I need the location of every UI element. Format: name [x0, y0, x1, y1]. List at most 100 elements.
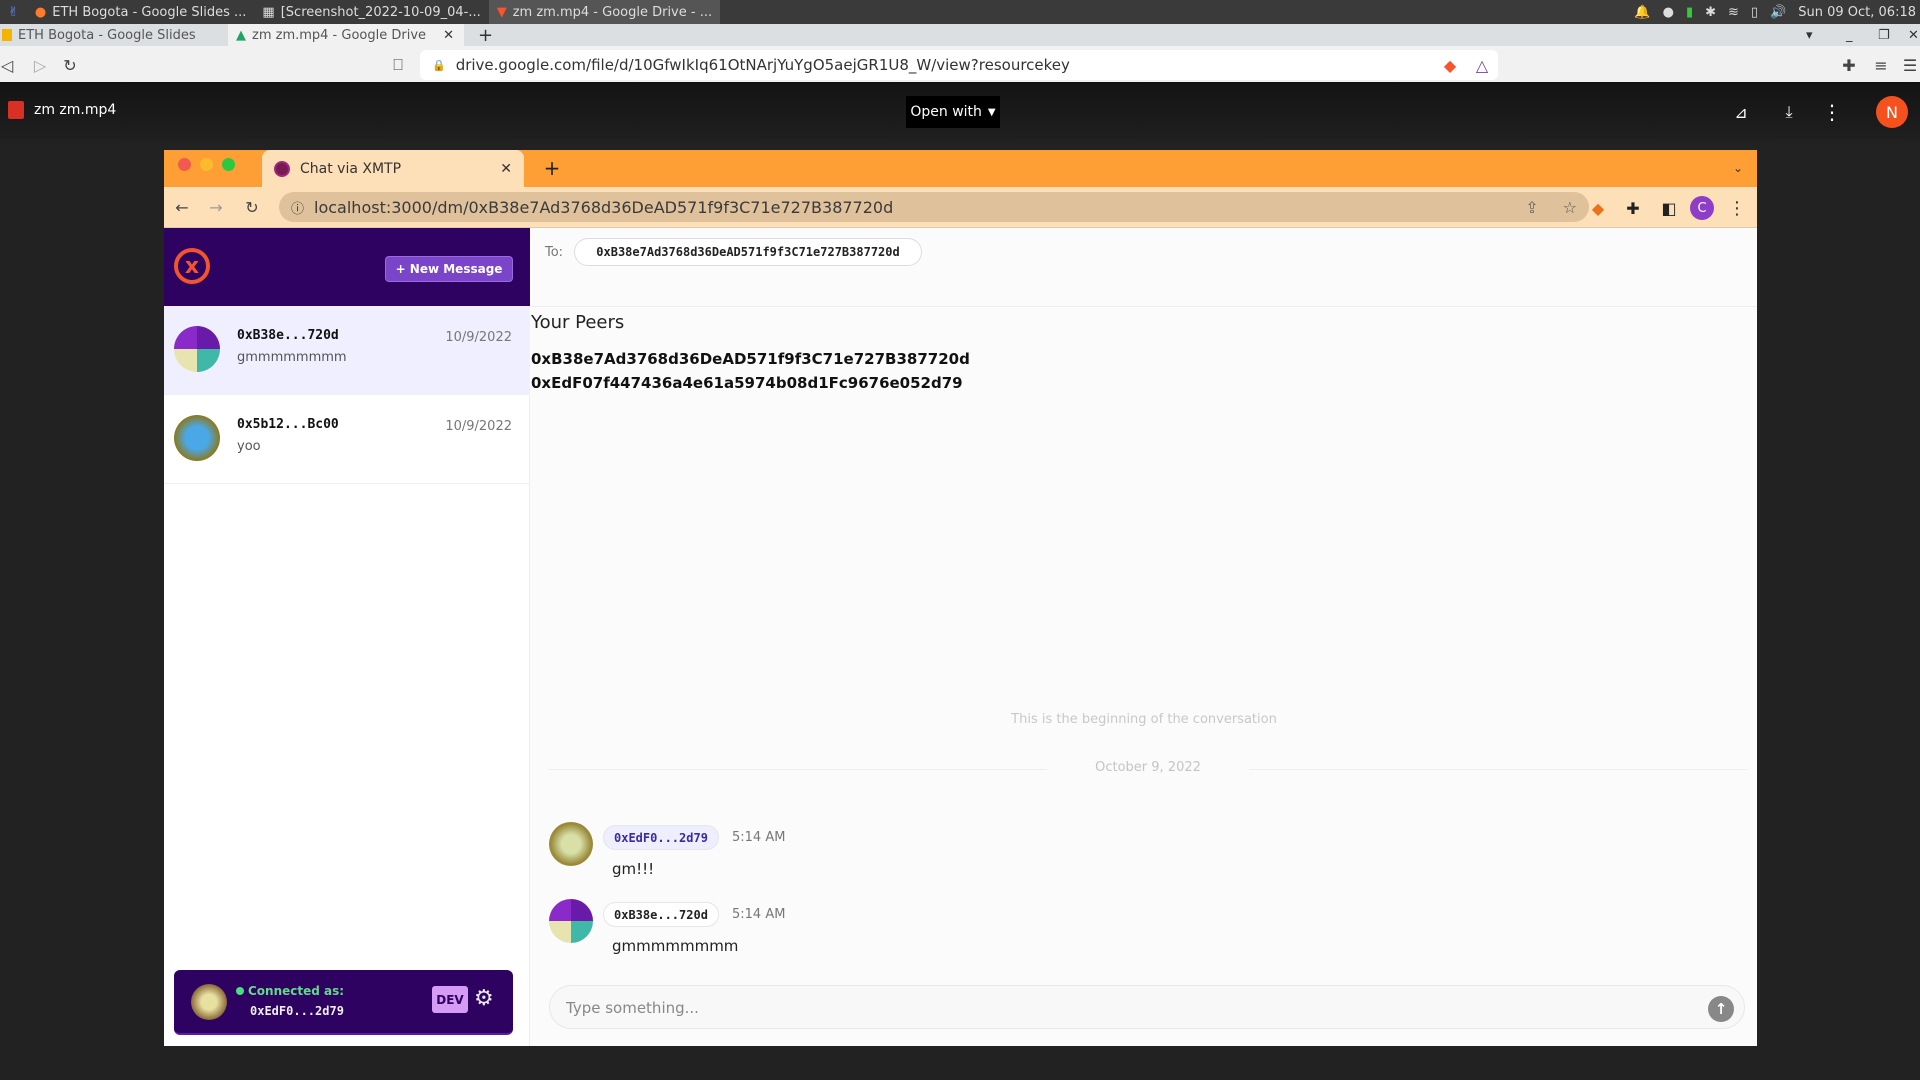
lock-icon[interactable]: ▮	[1686, 5, 1693, 20]
sidebar-header: x + New Message	[164, 228, 530, 306]
lock-icon: 🔒	[432, 58, 446, 72]
connection-status: Connected as:	[236, 984, 344, 998]
close-window-icon[interactable]: ✕	[1908, 24, 1919, 46]
recipient-address-input[interactable]: 0xB38e7Ad3768d36DeAD571f9f3C71e727B38772…	[574, 238, 922, 266]
inner-tab-xmtp[interactable]: Chat via XMTP ✕	[262, 150, 524, 187]
tab-list-icon[interactable]: ▾	[1806, 24, 1813, 46]
bulb-icon[interactable]: ●	[1663, 5, 1674, 20]
add-to-drive-icon[interactable]: ⊿	[1728, 100, 1754, 124]
message-composer: ↑	[549, 985, 1745, 1029]
inner-url-bar[interactable]: ⓘ localhost:3000/dm/0xB38e7Ad3768d36DeAD…	[279, 192, 1589, 222]
firefox-icon: ●	[34, 4, 47, 20]
forward-icon[interactable]: ▷	[30, 54, 50, 76]
open-with-button[interactable]: Open with ▼	[906, 96, 1000, 128]
restore-icon[interactable]: ❐	[1878, 24, 1890, 46]
slides-icon	[2, 29, 12, 41]
tab-drive[interactable]: ▲ zm zm.mp4 - Google Drive ✕	[228, 24, 464, 46]
avatar	[549, 899, 593, 943]
conversation-preview: gmmmmmmmm	[237, 350, 347, 365]
file-title: zm zm.mp4	[8, 101, 116, 119]
bell-icon[interactable]: 🔔	[1634, 5, 1650, 20]
forward-icon[interactable]: →	[206, 197, 226, 217]
brave-icon: ▼	[496, 4, 507, 20]
wifi-icon[interactable]: ≋	[1728, 5, 1739, 20]
conversation-item[interactable]: 0x5b12...Bc00 yoo 10/9/2022	[164, 395, 530, 484]
taskbar-item-drive[interactable]: ▼ zm zm.mp4 - Google Drive - ...	[488, 0, 721, 24]
account-avatar[interactable]: N	[1876, 96, 1908, 128]
connected-address: 0xEdF0...2d79	[250, 1004, 344, 1018]
drive-icon: ▲	[236, 27, 246, 43]
extensions-icon[interactable]: ✚	[1838, 54, 1860, 76]
new-tab-button[interactable]: +	[478, 24, 493, 46]
new-tab-button[interactable]: +	[542, 156, 562, 180]
conversation-start-note: This is the beginning of the conversatio…	[1011, 712, 1277, 727]
back-icon[interactable]: ◁	[0, 54, 14, 76]
conversation-address: 0xB38e...720d	[237, 328, 339, 343]
os-menu-button[interactable]: ✌	[0, 0, 27, 24]
volume-icon[interactable]: 🔊	[1770, 5, 1786, 20]
taskbar-item-screenshot[interactable]: ▦ [Screenshot_2022-10-09_04-...	[254, 0, 488, 24]
gear-icon[interactable]: ⚙	[474, 986, 494, 1012]
conversation-preview: yoo	[237, 439, 261, 454]
metamask-icon[interactable]: ◆	[1587, 197, 1609, 219]
share-icon[interactable]: ⇪	[1525, 198, 1538, 217]
inner-tabbar: Chat via XMTP ✕ + ⌄	[164, 150, 1757, 187]
star-icon[interactable]: ☆	[1563, 198, 1577, 217]
more-options-icon[interactable]: ⋮	[1822, 100, 1842, 124]
brave-rewards-icon[interactable]: △	[1470, 54, 1494, 76]
message-text: gm!!!	[612, 860, 655, 878]
sender-address[interactable]: 0xEdF0...2d79	[603, 825, 719, 850]
message-input[interactable]	[566, 994, 1666, 1022]
avatar	[191, 984, 227, 1020]
xmtp-logo-icon[interactable]: x	[174, 248, 210, 284]
peers-heading: Your Peers	[531, 312, 625, 333]
url-bar[interactable]: 🔒 drive.google.com/file/d/10GfwIkIq61OtN…	[420, 50, 1498, 80]
playlist-icon[interactable]: ≡	[1870, 54, 1892, 76]
tab-search-icon[interactable]: ⌄	[1728, 158, 1748, 178]
download-icon[interactable]: ⤓	[1776, 100, 1802, 124]
extensions-icon[interactable]: ✚	[1622, 197, 1644, 219]
tab-slides[interactable]: ETH Bogota - Google Slides	[0, 24, 225, 46]
reload-icon[interactable]: ↻	[242, 197, 262, 217]
side-panel-icon[interactable]: ◧	[1658, 197, 1680, 219]
to-label: To:	[545, 245, 564, 260]
video-frame-browser-window: Chat via XMTP ✕ + ⌄ ← → ↻ ⓘ localhost:30…	[164, 150, 1757, 1046]
close-tab-icon[interactable]: ✕	[443, 28, 454, 43]
conversations-sidebar: x + New Message 0xB38e...720d gmmmmmmmm …	[164, 228, 530, 1046]
message: 0xB38e...720d 5:14 AM gmmmmmmmm	[549, 899, 1449, 963]
clock[interactable]: Sun 09 Oct, 06:18	[1798, 5, 1916, 20]
divider-date: October 9, 2022	[1095, 760, 1201, 775]
message-time: 5:14 AM	[732, 907, 786, 922]
bookmark-icon[interactable]: ⎕	[388, 54, 408, 76]
profile-avatar[interactable]: C	[1690, 196, 1714, 220]
caret-down-icon: ▼	[987, 106, 996, 118]
maximize-dot[interactable]	[222, 158, 235, 171]
env-badge: DEV	[432, 986, 468, 1013]
battery-icon[interactable]: ▯	[1751, 5, 1758, 20]
video-file-icon	[8, 101, 24, 119]
conversation-item[interactable]: 0xB38e...720d gmmmmmmmm 10/9/2022	[164, 306, 530, 395]
browser-tabbar: ETH Bogota - Google Slides ▲ zm zm.mp4 - …	[0, 24, 1920, 46]
minimize-icon[interactable]: _	[1846, 24, 1853, 46]
close-dot[interactable]	[178, 158, 191, 171]
browser-toolbar: ◁ ▷ ↻ ⎕ 🔒 drive.google.com/file/d/10GfwI…	[0, 46, 1920, 84]
close-tab-icon[interactable]: ✕	[500, 161, 512, 177]
sender-address[interactable]: 0xB38e...720d	[603, 902, 719, 927]
new-message-button[interactable]: + New Message	[385, 256, 513, 282]
avatar	[174, 415, 220, 461]
reload-icon[interactable]: ↻	[60, 54, 80, 76]
chrome-menu-icon[interactable]: ⋮	[1728, 197, 1746, 219]
avatar	[174, 326, 220, 372]
minimize-dot[interactable]	[200, 158, 213, 171]
brave-shields-icon[interactable]: ◆	[1438, 54, 1462, 76]
message-text: gmmmmmmmm	[612, 937, 739, 955]
menu-icon[interactable]: ☰	[1900, 54, 1920, 76]
online-dot-icon	[236, 987, 244, 995]
message-time: 5:14 AM	[732, 830, 786, 845]
taskbar-item-slides[interactable]: ● ETH Bogota - Google Slides ...	[27, 0, 255, 24]
info-icon: ⓘ	[291, 201, 305, 217]
bluetooth-icon[interactable]: ✱	[1705, 5, 1716, 20]
recipient-bar: To: 0xB38e7Ad3768d36DeAD571f9f3C71e727B3…	[531, 228, 1757, 307]
send-arrow-icon[interactable]: ↑	[1708, 996, 1734, 1022]
back-icon[interactable]: ←	[172, 197, 192, 217]
